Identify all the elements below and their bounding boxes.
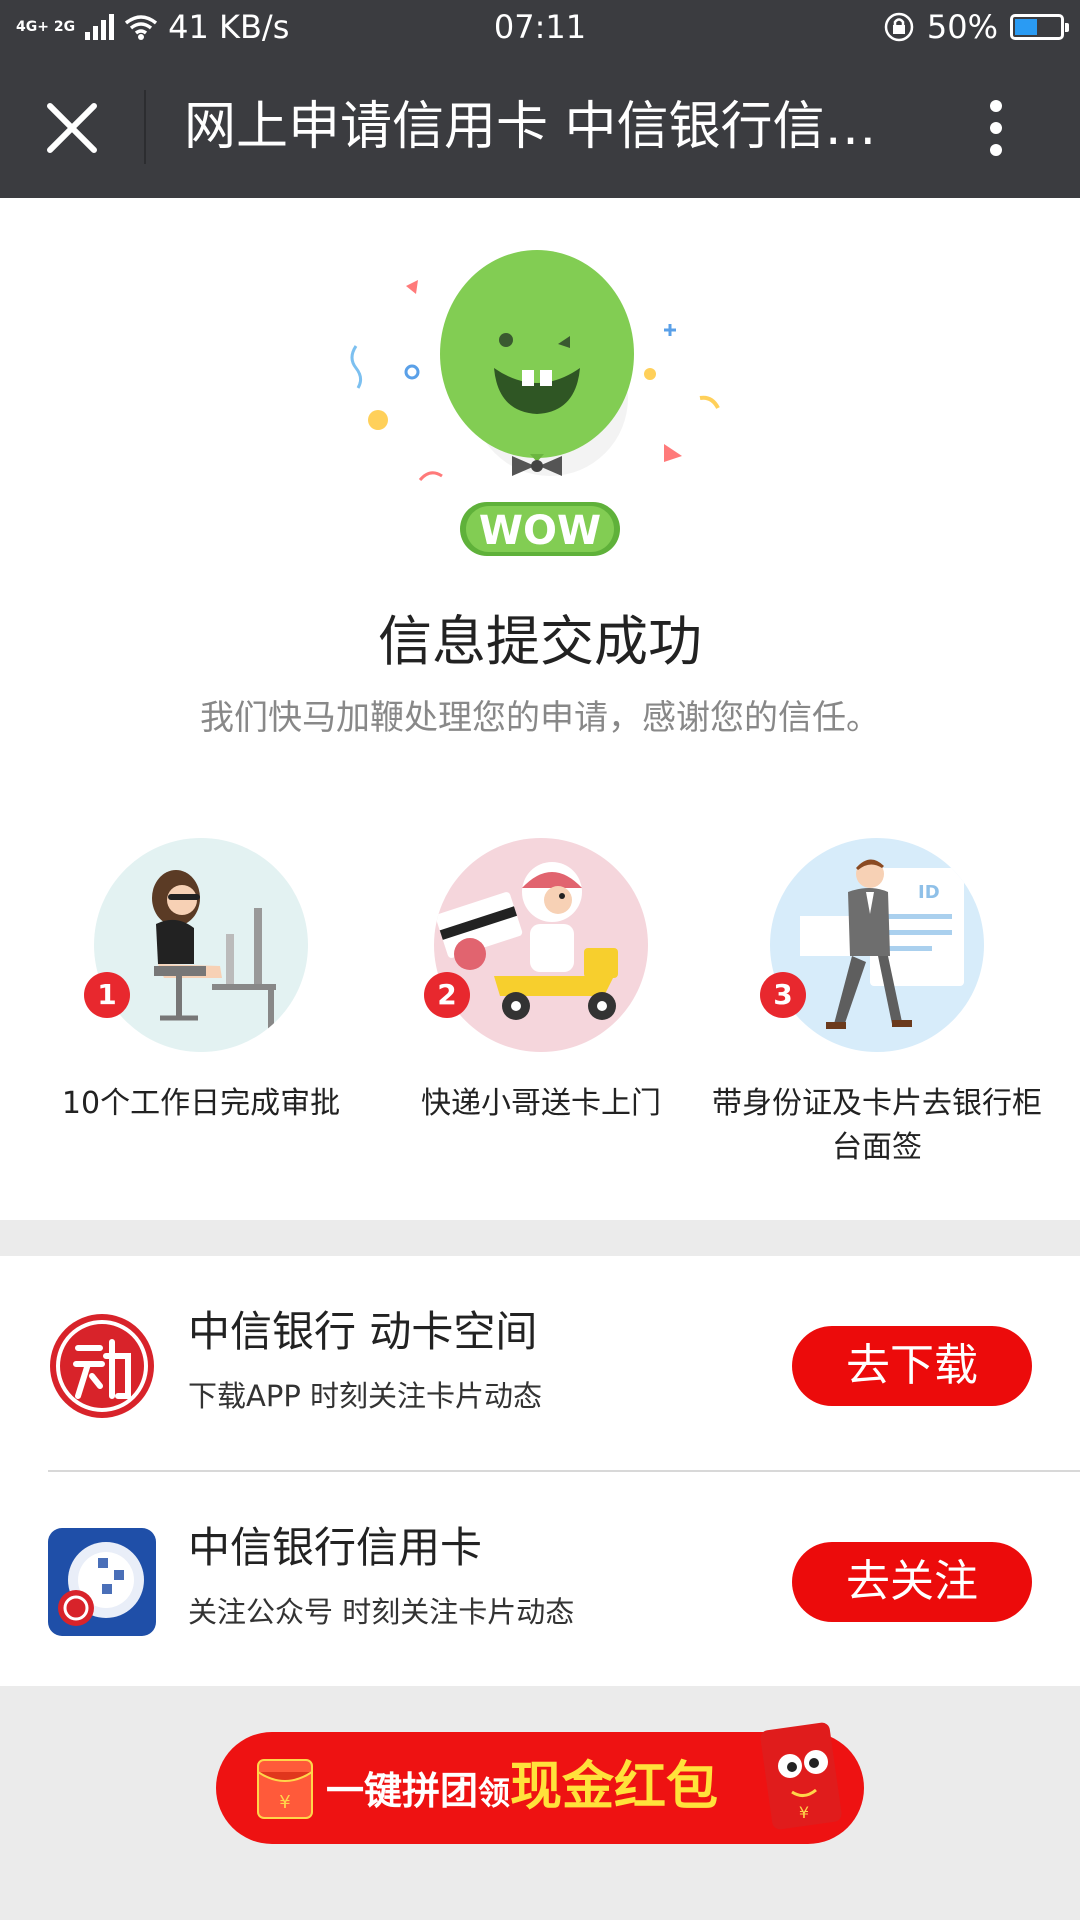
banner-highlight: 现金红包 <box>510 1757 719 1817</box>
step-sign: ID 3 带身份证及卡片去银行柜台面签 <box>700 838 1042 1165</box>
svg-text:¥: ¥ <box>799 1803 809 1822</box>
step-3-label: 带身份证及卡片去银行柜台面签 <box>712 1086 1042 1165</box>
svg-text:ID: ID <box>918 882 940 903</box>
more-vertical-icon <box>976 100 1016 156</box>
app-list: 中信银行 动卡空间 下载APP 时刻关注卡片动态 去下载 中信银行信用卡 关注公… <box>0 1256 1080 1686</box>
red-envelope-icon: ¥ <box>257 1759 313 1819</box>
balloon-illustration: WOW <box>350 250 720 556</box>
page-title: 网上申请信用卡 中信银行信… <box>184 97 877 157</box>
step-2-badge: 2 <box>424 972 470 1018</box>
success-title: 信息提交成功 <box>378 610 702 673</box>
title-bar: 网上申请信用卡 中信银行信… <box>0 56 1080 198</box>
close-button[interactable] <box>36 92 108 164</box>
app-subtitle: 下载APP 时刻关注卡片动态 <box>188 1379 543 1413</box>
step-sign-illustration: ID <box>770 838 984 1052</box>
dongka-logo-icon <box>50 1314 154 1418</box>
success-card: WOW 信息提交成功 我们快马加鞭处理您的申请，感谢您的信任。 1 10个工作日… <box>0 198 1080 1220</box>
citic-credit-card-logo-icon <box>48 1528 156 1636</box>
step-3-badge: 3 <box>760 972 806 1018</box>
id-card-businessman-icon: ID <box>800 859 964 1029</box>
step-delivery: 2 快递小哥送卡上门 <box>364 838 704 1158</box>
title-divider <box>144 90 146 164</box>
banner-text: 一键拼团领现金红包 <box>326 1758 718 1822</box>
battery-level <box>1015 19 1037 35</box>
step-delivery-illustration <box>434 838 648 1052</box>
step-1-badge: 1 <box>84 972 130 1018</box>
step-2-label: 快递小哥送卡上门 <box>421 1086 661 1121</box>
battery-icon <box>1010 14 1069 40</box>
office-worker-icon <box>152 870 276 1040</box>
app-title: 中信银行信用卡 <box>188 1523 483 1572</box>
wow-badge-text: WOW <box>479 508 601 554</box>
download-button[interactable]: 去下载 <box>792 1326 1032 1406</box>
list-item-credit-card: 中信银行信用卡 关注公众号 时刻关注卡片动态 去关注 <box>0 1472 1080 1686</box>
step-approval: 1 10个工作日完成审批 <box>24 838 364 1158</box>
rotation-lock-icon <box>884 12 914 42</box>
more-button[interactable] <box>976 92 1016 164</box>
svg-text:¥: ¥ <box>279 1792 290 1813</box>
list-item-dongka: 中信银行 动卡空间 下载APP 时刻关注卡片动态 去下载 <box>0 1256 1080 1470</box>
step-1-label: 10个工作日完成审批 <box>61 1086 341 1121</box>
courier-scooter-icon <box>435 862 618 1020</box>
status-right: 50% <box>883 8 1069 46</box>
app-title: 中信银行 动卡空间 <box>188 1307 538 1356</box>
red-packet-banner[interactable]: ¥ 一键拼团领现金红包 ¥ <box>216 1722 864 1844</box>
banner-text-part2: 领 <box>478 1774 511 1812</box>
banner-text-part1: 一键拼团 <box>326 1769 479 1813</box>
success-subtitle: 我们快马加鞭处理您的申请，感谢您的信任。 <box>200 698 880 738</box>
red-envelope-mascot-icon: ¥ <box>760 1722 842 1830</box>
battery-percent: 50% <box>926 8 998 46</box>
follow-button[interactable]: 去关注 <box>792 1542 1032 1622</box>
step-approval-illustration <box>94 838 308 1052</box>
app-subtitle: 关注公众号 时刻关注卡片动态 <box>188 1595 575 1629</box>
status-bar: 4G+ 2G 41 KB/s 07:11 50% <box>0 0 1080 56</box>
close-icon <box>47 103 97 153</box>
